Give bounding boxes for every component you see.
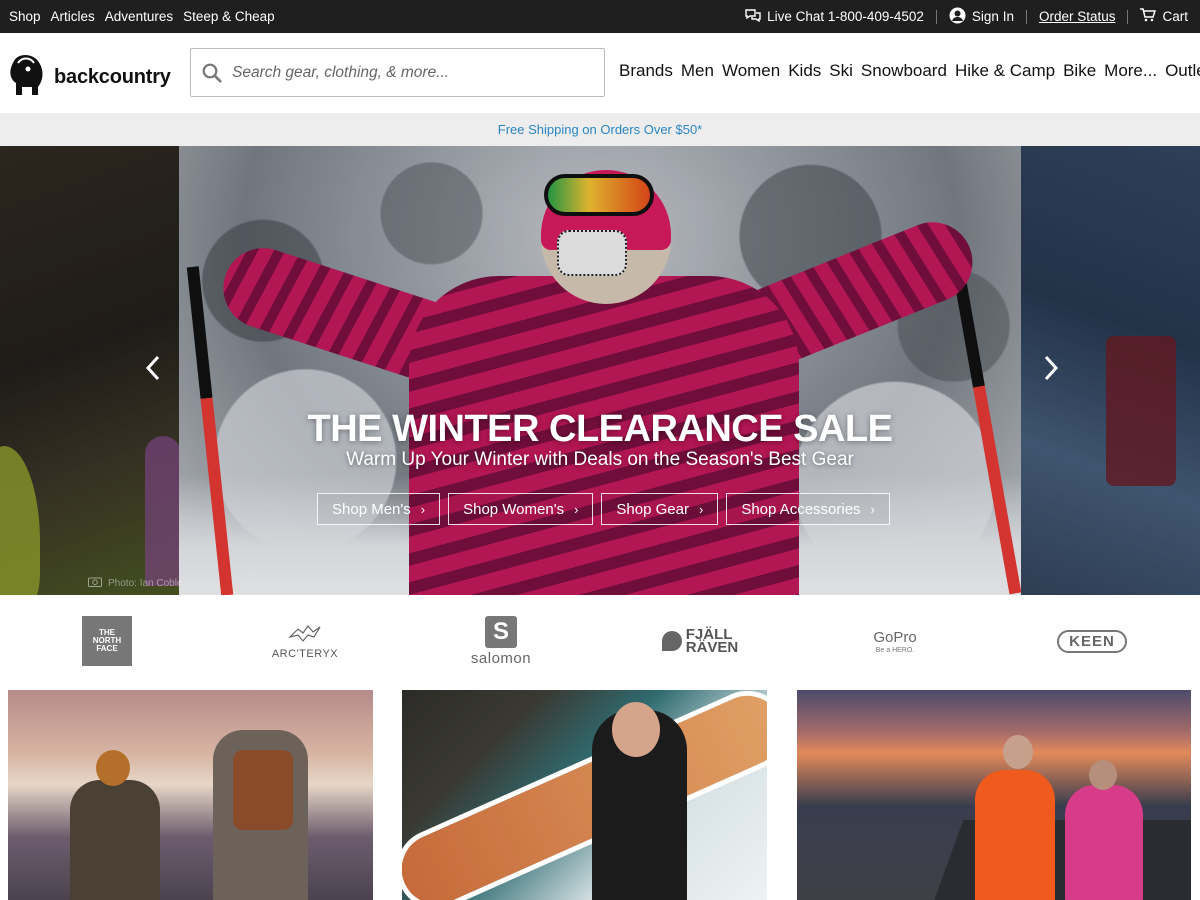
hero-carousel: THE WINTER CLEARANCE SALE Warm Up Your W… [0, 146, 1200, 595]
camera-icon [88, 576, 102, 590]
hero-overlay [179, 146, 1021, 595]
cart-icon [1140, 8, 1157, 25]
nav-adventures-link[interactable]: Adventures [100, 0, 178, 33]
tile-image-detail [930, 820, 1191, 900]
brand-logo-row: THE NORTH FACE ARC'TERYX S salomon FJÄLL… [0, 595, 1200, 690]
cta-label: Shop Men's [332, 500, 411, 518]
tile-image-detail [402, 690, 767, 900]
nav-kids[interactable]: Kids [788, 61, 821, 81]
shop-womens-button[interactable]: Shop Women's › [448, 493, 594, 525]
brand-logo-text: GoPro [873, 628, 917, 646]
promo-text[interactable]: Free Shipping on Orders Over $50* [498, 122, 703, 137]
live-chat-label: Live Chat 1-800-409-4502 [767, 9, 924, 24]
fjallraven-logo[interactable]: FJÄLL RÄVEN [660, 615, 740, 667]
tile-image-detail [233, 750, 293, 830]
nav-outlet[interactable]: Outlet [1165, 61, 1200, 81]
photo-credit: Photo: Ian Coble [88, 576, 183, 590]
hero-subtitle: Warm Up Your Winter with Deals on the Se… [346, 449, 854, 470]
sign-in-link[interactable]: Sign In [949, 7, 1014, 27]
cta-label: Shop Gear [616, 500, 689, 518]
user-icon [949, 7, 966, 27]
order-status-link[interactable]: Order Status [1039, 9, 1116, 24]
nav-brands[interactable]: Brands [619, 61, 673, 81]
arcteryx-bird-icon [288, 623, 322, 648]
photo-credit-text: Photo: Ian Coble [108, 577, 183, 589]
salomon-logo[interactable]: S salomon [460, 615, 542, 667]
keen-logo[interactable]: KEEN [1053, 615, 1131, 667]
chevron-right-icon: › [420, 501, 426, 517]
the-north-face-logo[interactable]: THE NORTH FACE [82, 616, 132, 666]
nav-hike-camp[interactable]: Hike & Camp [955, 61, 1055, 81]
nav-bike[interactable]: Bike [1063, 61, 1096, 81]
logo[interactable]: backcountry [8, 53, 171, 102]
feature-tile-surfer[interactable] [402, 690, 767, 900]
arcteryx-logo[interactable]: ARC'TERYX [265, 615, 345, 667]
divider [935, 9, 937, 24]
tile-image-detail [1089, 760, 1117, 790]
chat-icon [745, 8, 761, 25]
cta-label: Shop Accessories [741, 500, 861, 518]
tile-image-detail [1003, 735, 1033, 769]
main-category-nav: Brands Men Women Kids Ski Snowboard Hike… [619, 61, 1200, 81]
search-icon[interactable] [202, 63, 222, 83]
search-input[interactable] [232, 63, 592, 82]
tile-image-detail [612, 702, 660, 757]
cta-label: Shop Women's [463, 500, 565, 518]
brand-tagline: Be a HERO. [875, 646, 915, 654]
divider [1127, 9, 1129, 24]
feature-tile-runners[interactable] [797, 690, 1191, 900]
goat-logo-icon [8, 53, 46, 102]
nav-steep-cheap-link[interactable]: Steep & Cheap [178, 0, 280, 33]
brand-logo-text: KEEN [1057, 629, 1127, 653]
shop-mens-button[interactable]: Shop Men's › [317, 493, 441, 525]
cart-label: Cart [1162, 9, 1188, 24]
chevron-right-icon[interactable] [1043, 354, 1059, 389]
logo-wordmark: backcountry [54, 66, 171, 88]
order-status-label: Order Status [1038, 9, 1116, 24]
hero-title: THE WINTER CLEARANCE SALE [307, 408, 893, 450]
main-header: backcountry Brands Men Women Kids Ski Sn… [0, 33, 1200, 113]
chevron-right-icon: › [698, 501, 704, 517]
feature-tile-hikers[interactable] [8, 690, 373, 900]
tile-image-detail [975, 770, 1055, 900]
tile-image-detail [96, 750, 130, 786]
nav-shop-link[interactable]: Shop [0, 0, 46, 33]
brand-logo-text: FACE [96, 644, 118, 653]
shop-accessories-button[interactable]: Shop Accessories › [726, 493, 890, 525]
tile-image-detail [1065, 785, 1143, 900]
shop-gear-button[interactable]: Shop Gear › [601, 493, 719, 525]
chevron-right-icon: › [574, 501, 579, 517]
salomon-mark: S [485, 615, 517, 648]
nav-women[interactable]: Women [722, 61, 780, 81]
utility-links: Live Chat 1-800-409-4502 Sign In Order S… [733, 0, 1188, 33]
search-box[interactable] [190, 48, 605, 97]
site-switcher: Shop Articles Adventures Steep & Cheap [0, 0, 280, 33]
promo-banner[interactable]: Free Shipping on Orders Over $50* [0, 113, 1200, 146]
live-chat-link[interactable]: Live Chat 1-800-409-4502 [745, 8, 924, 25]
fox-icon [661, 631, 682, 651]
nav-more[interactable]: More... [1104, 61, 1157, 81]
brand-logo-text: ARC'TERYX [271, 647, 339, 660]
tile-image-detail [70, 780, 160, 900]
brand-logo-text: salomon [470, 649, 532, 667]
brand-logo-text: FJÄLL RÄVEN [685, 627, 739, 656]
hero-image [179, 146, 1021, 595]
nav-snowboard[interactable]: Snowboard [861, 61, 947, 81]
gopro-logo[interactable]: GoPro Be a HERO. [855, 615, 935, 667]
cart-link[interactable]: Cart [1140, 8, 1188, 25]
nav-articles-link[interactable]: Articles [46, 0, 100, 33]
chevron-left-icon[interactable] [145, 354, 161, 389]
sign-in-label: Sign In [971, 9, 1014, 24]
brand-logo-text: RÄVEN [685, 639, 739, 656]
hero-cta-group: Shop Men's › Shop Women's › Shop Gear › Sho… [317, 493, 890, 525]
nav-men[interactable]: Men [681, 61, 714, 81]
top-utility-bar: Shop Articles Adventures Steep & Cheap L… [0, 0, 1200, 33]
chevron-right-icon: › [870, 501, 875, 517]
divider [1025, 9, 1027, 24]
nav-ski[interactable]: Ski [829, 61, 853, 81]
